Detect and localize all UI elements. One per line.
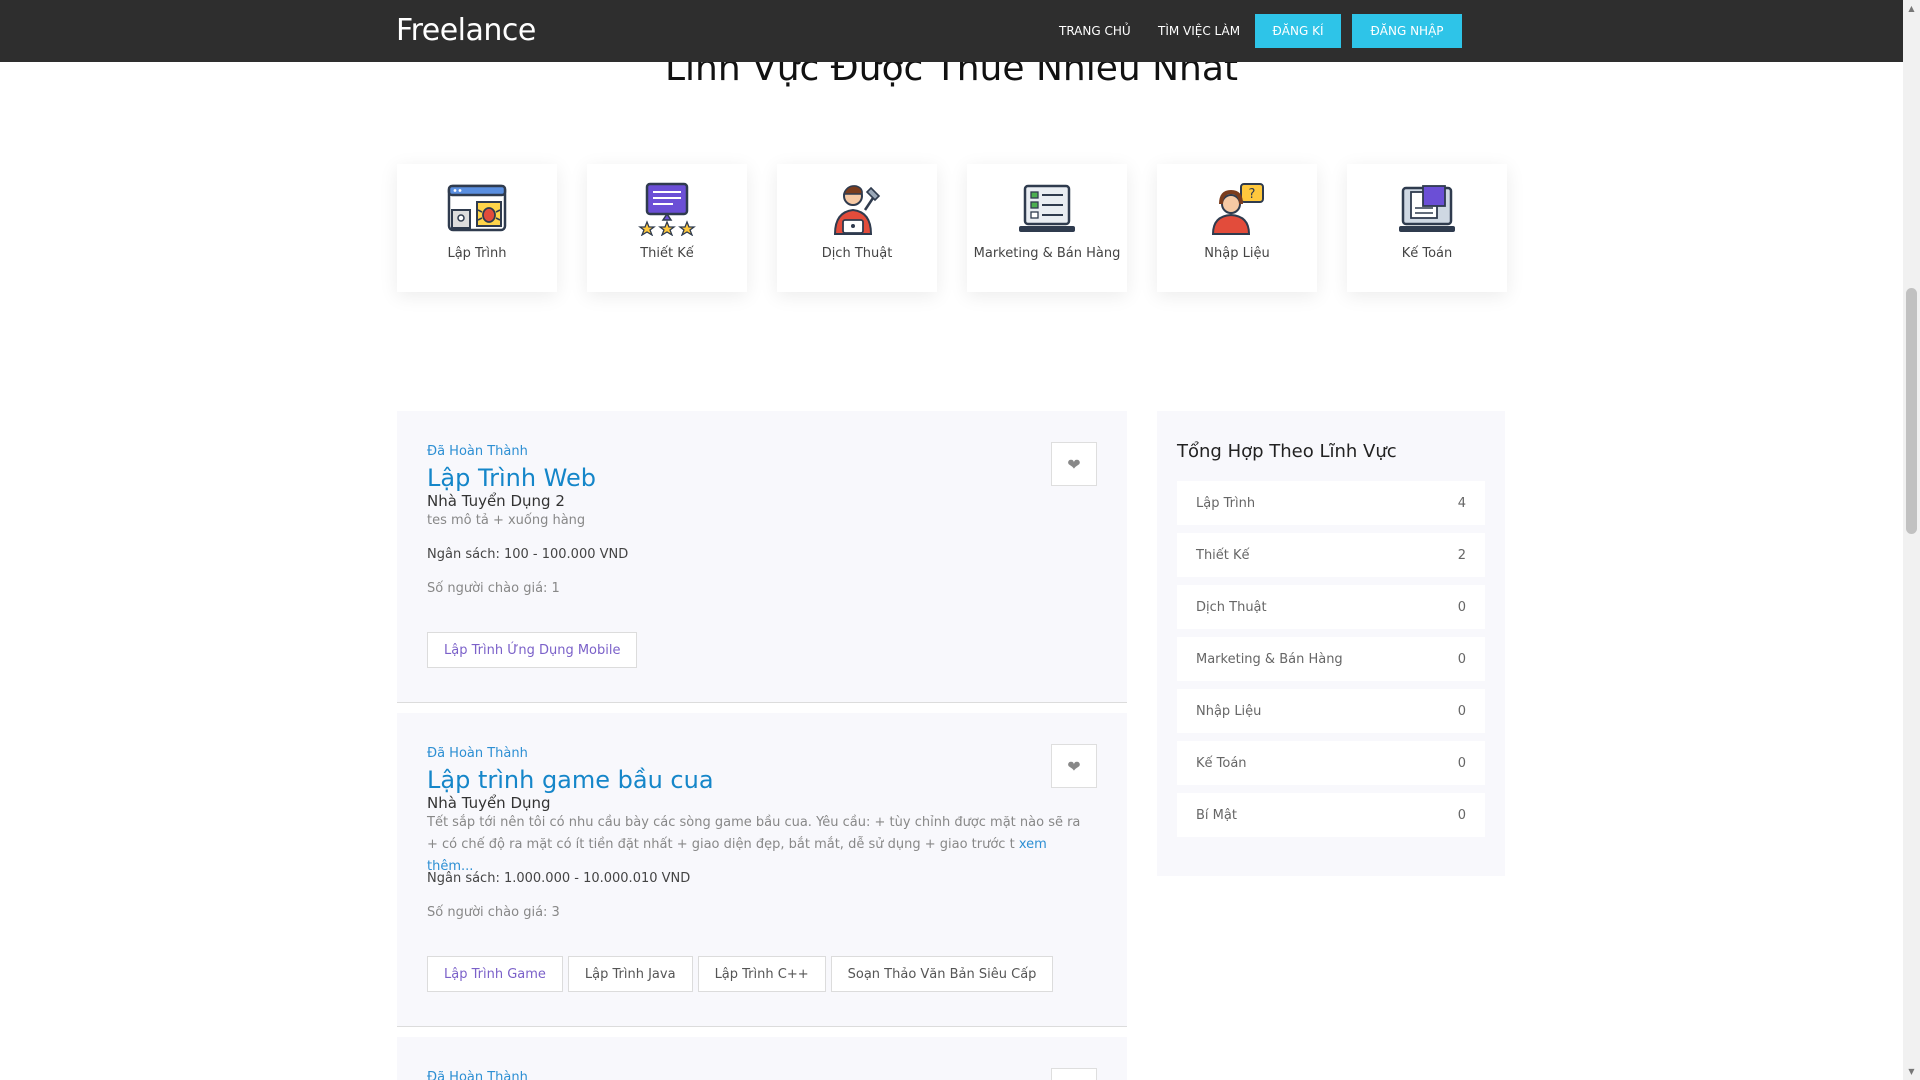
job-company: Nhà Tuyển Dụng — [427, 794, 551, 812]
job-title[interactable]: Lập trình game bầu cua — [427, 766, 714, 794]
sidebar-item-label: Thiết Kế — [1196, 547, 1250, 563]
job-card[interactable]: Đã Hoàn Thành ❤ — [397, 1037, 1127, 1080]
job-title[interactable]: Lập Trình Web — [427, 464, 596, 492]
support-person-icon: ? — [1211, 183, 1264, 235]
nav-home[interactable]: TRANG CHỦ — [1059, 14, 1131, 48]
category-label: Nhập Liệu — [1204, 246, 1270, 261]
job-description: Tết sắp tới nên tôi có nhu cầu bày các s… — [427, 812, 1087, 878]
job-description-text: Tết sắp tới nên tôi có nhu cầu bày các s… — [427, 815, 1081, 852]
favorite-button[interactable]: ❤ — [1051, 442, 1097, 486]
category-label: Marketing & Bán Hàng — [973, 246, 1121, 261]
sidebar-item-count: 2 — [1457, 547, 1466, 563]
scroll-up-icon[interactable]: ▲ — [1903, 0, 1920, 17]
job-status: Đã Hoàn Thành — [427, 444, 528, 459]
job-tags: Lập Trình Game Lập Trình Java Lập Trình … — [427, 956, 1054, 992]
favorite-button[interactable]: ❤ — [1051, 1068, 1097, 1080]
category-card-translation[interactable]: Dịch Thuật — [777, 164, 937, 292]
job-bids: Số người chào giá: 1 — [427, 581, 560, 596]
scroll-thumb[interactable] — [1906, 288, 1917, 534]
sidebar-item-accounting[interactable]: Kế Toán 0 — [1177, 741, 1485, 785]
register-button[interactable]: ĐĂNG KÍ — [1255, 14, 1341, 48]
sidebar-item-count: 0 — [1457, 651, 1466, 667]
login-button[interactable]: ĐĂNG NHẬP — [1352, 14, 1462, 48]
sidebar-item-data-entry[interactable]: Nhập Liệu 0 — [1177, 689, 1485, 733]
top-navbar: Freelance TRANG CHỦ TÌM VIỆC LÀM ĐĂNG KÍ… — [0, 0, 1903, 62]
job-description-text: tes mô tả + xuống hàng — [427, 513, 586, 528]
sidebar-item-label: Bí Mật — [1196, 807, 1237, 823]
job-tag[interactable]: Lập Trình C++ — [697, 956, 826, 992]
sidebar-item-secret[interactable]: Bí Mật 0 — [1177, 793, 1485, 837]
nav-home-label[interactable]: TRANG CHỦ — [1059, 24, 1131, 38]
job-status: Đã Hoàn Thành — [427, 1070, 528, 1080]
category-summary-panel: Tổng Hợp Theo Lĩnh Vực Lập Trình 4 Thiết… — [1157, 411, 1505, 876]
translator-person-icon — [833, 185, 881, 235]
job-status: Đã Hoàn Thành — [427, 746, 528, 761]
sidebar-item-count: 4 — [1457, 495, 1466, 511]
heart-icon: ❤ — [1067, 454, 1081, 474]
category-card-design[interactable]: Thiết Kế — [587, 164, 747, 292]
category-label: Dịch Thuật — [821, 246, 893, 261]
job-bids: Số người chào giá: 3 — [427, 905, 560, 920]
design-rating-icon — [638, 182, 696, 236]
job-card[interactable]: Đã Hoàn Thành Lập trình game bầu cua Nhà… — [397, 713, 1127, 1027]
nav-find-jobs[interactable]: TÌM VIỆC LÀM — [1158, 14, 1240, 48]
category-label: Thiết Kế — [640, 246, 694, 261]
job-description: tes mô tả + xuống hàng — [427, 510, 1087, 532]
sidebar-item-count: 0 — [1457, 703, 1466, 719]
job-tag[interactable]: Lập Trình Game — [427, 956, 563, 992]
category-card-programming[interactable]: Lập Trình — [397, 164, 557, 292]
sidebar-item-count: 0 — [1457, 755, 1466, 771]
job-budget: Ngân sách: 1.000.000 - 10.000.010 VND — [427, 871, 691, 886]
sidebar-item-programming[interactable]: Lập Trình 4 — [1177, 481, 1485, 525]
heart-icon: ❤ — [1067, 756, 1081, 776]
svg-text:?: ? — [1249, 187, 1256, 202]
sidebar-item-label: Kế Toán — [1196, 755, 1247, 771]
job-tag[interactable]: Lập Trình Java — [567, 956, 693, 992]
sidebar-item-count: 0 — [1457, 599, 1466, 615]
sidebar-item-count: 0 — [1457, 807, 1466, 823]
checklist-laptop-icon — [1019, 184, 1075, 232]
scroll-down-icon[interactable]: ▼ — [1903, 1063, 1920, 1080]
job-budget: Ngân sách: 100 - 100.000 VND — [427, 547, 629, 562]
favorite-button[interactable]: ❤ — [1051, 744, 1097, 788]
job-company: Nhà Tuyển Dụng 2 — [427, 492, 565, 510]
accounting-laptop-icon — [1399, 185, 1455, 232]
category-card-data-entry[interactable]: ? Nhập Liệu — [1157, 164, 1317, 292]
job-tags: Lập Trình Ứng Dụng Mobile — [427, 632, 638, 668]
code-bug-icon — [447, 184, 507, 232]
page-scrollbar[interactable]: ▲ ▼ — [1903, 0, 1920, 1080]
sidebar-item-label: Lập Trình — [1196, 495, 1256, 511]
brand-logo[interactable]: Freelance — [396, 13, 536, 48]
job-tag[interactable]: Lập Trình Ứng Dụng Mobile — [427, 632, 638, 668]
sidebar-item-label: Dịch Thuật — [1196, 599, 1267, 615]
sidebar-item-translation[interactable]: Dịch Thuật 0 — [1177, 585, 1485, 629]
sidebar-title: Tổng Hợp Theo Lĩnh Vực — [1177, 441, 1397, 462]
sidebar-item-label: Nhập Liệu — [1196, 703, 1262, 719]
nav-find-jobs-label[interactable]: TÌM VIỆC LÀM — [1158, 24, 1240, 38]
sidebar-item-label: Marketing & Bán Hàng — [1196, 651, 1343, 667]
category-card-marketing[interactable]: Marketing & Bán Hàng — [967, 164, 1127, 292]
category-card-accounting[interactable]: Kế Toán — [1347, 164, 1507, 292]
register-button-wrap: ĐĂNG KÍ — [1255, 14, 1341, 48]
category-label: Kế Toán — [1401, 246, 1453, 261]
category-label: Lập Trình — [447, 246, 507, 261]
sidebar-item-design[interactable]: Thiết Kế 2 — [1177, 533, 1485, 577]
login-button-wrap: ĐĂNG NHẬP — [1352, 14, 1462, 48]
job-tag[interactable]: Soạn Thảo Văn Bản Siêu Cấp — [830, 956, 1054, 992]
sidebar-item-marketing[interactable]: Marketing & Bán Hàng 0 — [1177, 637, 1485, 681]
job-card[interactable]: Đã Hoàn Thành Lập Trình Web Nhà Tuyển Dụ… — [397, 411, 1127, 703]
